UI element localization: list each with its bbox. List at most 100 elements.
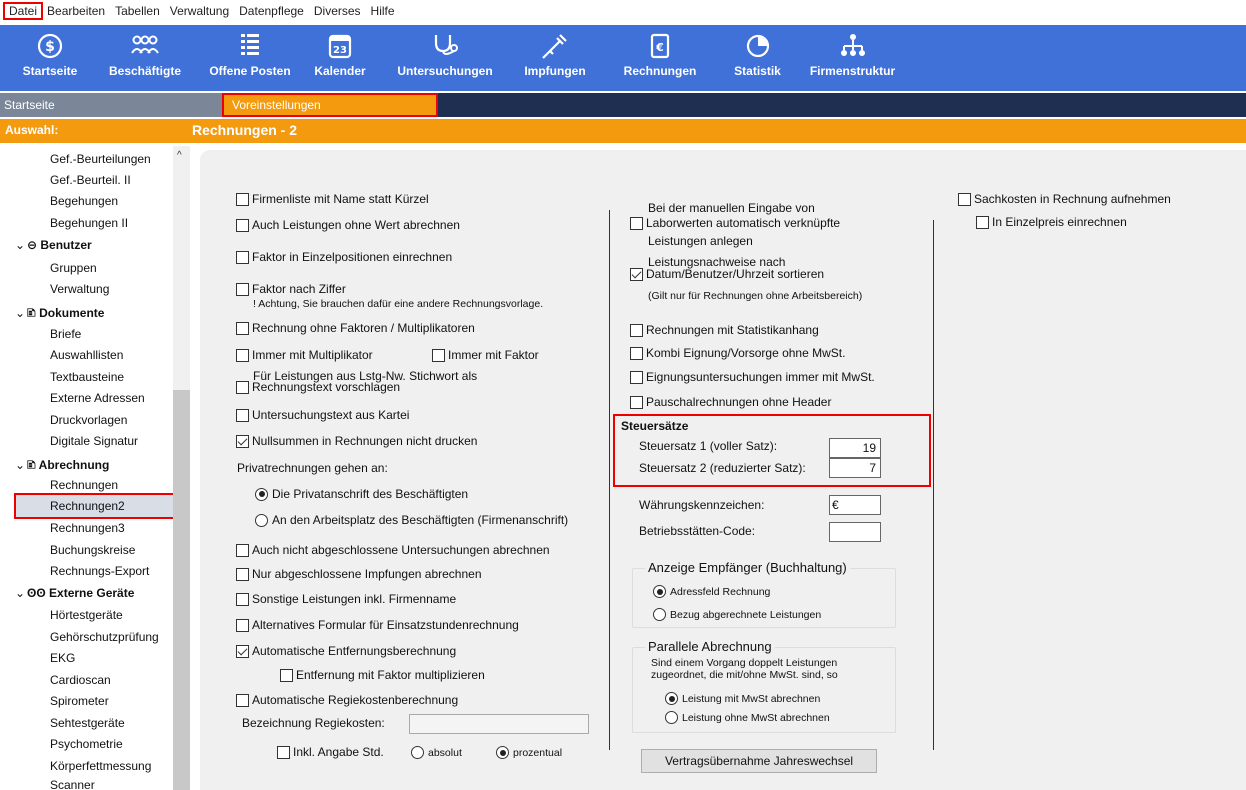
sidebar-item-gehoerschutzpruefung[interactable]: Gehörschutzprüfung [50, 630, 159, 644]
radio-absolut[interactable]: absolut [411, 746, 462, 759]
checkbox-checked[interactable] [236, 435, 249, 448]
radio-mit-mwst[interactable]: Leistung mit MwSt abrechnen [665, 692, 820, 705]
toolbar-offene-posten-button[interactable]: Offene Posten [200, 25, 300, 91]
checkbox[interactable] [236, 193, 249, 206]
checkbox[interactable] [236, 593, 249, 606]
cb-immer-faktor[interactable]: Immer mit Faktor [432, 348, 539, 362]
sidebar-group-abrechnung[interactable]: ⌄ 🗈 Abrechnung [15, 456, 109, 477]
checkbox[interactable] [236, 409, 249, 422]
sidebar-item-psychometrie[interactable]: Psychometrie [50, 737, 123, 751]
checkbox-checked[interactable] [630, 268, 643, 281]
cb-nullsummen[interactable]: Nullsummen in Rechnungen nicht drucken [236, 434, 477, 448]
checkbox[interactable] [976, 216, 989, 229]
steuersatz2-input[interactable]: 7 [829, 458, 881, 478]
cb-nicht-abgeschlossene-untersuchungen[interactable]: Auch nicht abgeschlossene Untersuchungen… [236, 543, 550, 557]
cb-faktor-nach-ziffer[interactable]: Faktor nach Ziffer [236, 282, 346, 296]
radio-prozentual[interactable]: prozentual [496, 746, 562, 759]
scroll-up-icon[interactable]: ^ [177, 150, 182, 161]
cb-sachkosten[interactable]: Sachkosten in Rechnung aufnehmen [958, 192, 1171, 206]
sidebar-item-hoertestgeraete[interactable]: Hörtestgeräte [50, 608, 123, 622]
sidebar-group-dokumente[interactable]: ⌄ 🗈 Dokumente [15, 304, 104, 325]
sidebar-item-buchungskreise[interactable]: Buchungskreise [50, 543, 135, 557]
radio-button[interactable] [496, 746, 509, 759]
sidebar-group-externe-geraete[interactable]: ⌄ ʘʘ Externe Geräte [15, 586, 134, 600]
radio-button[interactable] [411, 746, 424, 759]
checkbox[interactable] [630, 217, 643, 230]
radio-button[interactable] [255, 487, 268, 501]
cb-faktor-einzelpositionen[interactable]: Faktor in Einzelpositionen einrechnen [236, 250, 452, 264]
radio-privatanschrift[interactable]: Die Privatanschrift des Beschäftigten [255, 487, 468, 501]
checkbox-checked[interactable] [236, 645, 249, 658]
sidebar-item-begehungen[interactable]: Begehungen [50, 194, 118, 208]
sidebar-item-verwaltung[interactable]: Verwaltung [50, 282, 109, 296]
sidebar-item-spirometer[interactable]: Spirometer [50, 694, 109, 708]
sidebar-item-gef-beurteil-2[interactable]: Gef.-Beurteil. II [50, 173, 131, 187]
checkbox[interactable] [277, 746, 290, 759]
cb-alternatives-formular[interactable]: Alternatives Formular für Einsatzstunden… [236, 618, 519, 632]
sidebar-item-ekg[interactable]: EKG [50, 651, 75, 665]
sidebar-item-scanner[interactable]: Scanner [50, 778, 95, 790]
sidebar-item-sehtestgeraete[interactable]: Sehtestgeräte [50, 716, 125, 730]
checkbox[interactable] [236, 694, 249, 707]
toolbar-statistik-button[interactable]: Statistik [720, 25, 795, 91]
vertragsuebernahme-button[interactable]: Vertragsübernahme Jahreswechsel [641, 749, 877, 773]
cb-firmenliste-name[interactable]: Firmenliste mit Name statt Kürzel [236, 192, 429, 206]
radio-arbeitsplatz[interactable]: An den Arbeitsplatz des Beschäftigten (F… [255, 513, 568, 527]
tab-voreinstellungen[interactable]: Voreinstellungen [222, 93, 438, 117]
radio-ohne-mwst[interactable]: Leistung ohne MwSt abrechnen [665, 711, 830, 724]
menu-tabellen[interactable]: Tabellen [110, 3, 165, 19]
toolbar-impfungen-button[interactable]: Impfungen [510, 25, 600, 91]
cb-stichwort-rechnungstext[interactable]: Rechnungstext vorschlagen [236, 380, 400, 394]
sidebar-item-externe-adressen[interactable]: Externe Adressen [50, 391, 145, 405]
radio-bezug-leistungen[interactable]: Bezug abgerechnete Leistungen [653, 608, 821, 621]
cb-einzelpreis-einrechnen[interactable]: In Einzelpreis einrechnen [976, 215, 1127, 229]
menu-hilfe[interactable]: Hilfe [366, 3, 400, 19]
sidebar-item-gruppen[interactable]: Gruppen [50, 261, 97, 275]
menu-bearbeiten[interactable]: Bearbeiten [42, 3, 110, 19]
checkbox[interactable] [236, 619, 249, 632]
checkbox[interactable] [236, 568, 249, 581]
regiekosten-input[interactable] [409, 714, 589, 734]
menu-datenpflege[interactable]: Datenpflege [234, 3, 309, 19]
sidebar-item-gef-beurteilungen[interactable]: Gef.-Beurteilungen [50, 152, 151, 166]
cb-sonstige-firmenname[interactable]: Sonstige Leistungen inkl. Firmenname [236, 592, 456, 606]
radio-button[interactable] [653, 608, 666, 621]
toolbar-beschaeftigte-button[interactable]: Beschäftigte [90, 25, 200, 91]
sidebar-group-benutzer[interactable]: ⌄ ⊖ Benutzer [15, 238, 92, 252]
checkbox[interactable] [630, 371, 643, 384]
menu-datei[interactable]: Datei [2, 2, 44, 20]
cb-pauschal-ohne-header[interactable]: Pauschalrechnungen ohne Header [630, 395, 831, 409]
radio-button[interactable] [665, 711, 678, 724]
cb-laborwerte-verknuepft[interactable]: Laborwerten automatisch verknüpfte [630, 216, 840, 230]
sidebar-item-rechnungen[interactable]: Rechnungen [50, 478, 118, 492]
cb-leistungen-ohne-wert[interactable]: Auch Leistungen ohne Wert abrechnen [236, 218, 460, 232]
cb-untersuchungstext-kartei[interactable]: Untersuchungstext aus Kartei [236, 408, 409, 422]
cb-statistikanhang[interactable]: Rechnungen mit Statistikanhang [630, 323, 819, 337]
checkbox[interactable] [236, 381, 249, 394]
toolbar-untersuchungen-button[interactable]: Untersuchungen [380, 25, 510, 91]
cb-ohne-faktoren[interactable]: Rechnung ohne Faktoren / Multiplikatoren [236, 321, 475, 335]
checkbox[interactable] [630, 347, 643, 360]
cb-regiekostenberechnung[interactable]: Automatische Regiekostenberechnung [236, 693, 458, 707]
sidebar-item-digitale-signatur[interactable]: Digitale Signatur [50, 434, 138, 448]
sidebar-item-rechnungs-export[interactable]: Rechnungs-Export [50, 564, 149, 578]
checkbox[interactable] [236, 219, 249, 232]
cb-immer-multiplikator[interactable]: Immer mit Multiplikator [236, 348, 373, 362]
checkbox[interactable] [236, 544, 249, 557]
toolbar-kalender-button[interactable]: 23 Kalender [300, 25, 380, 91]
waehrung-input[interactable]: € [829, 495, 881, 515]
cb-leistungsnachweise-sortieren[interactable]: Datum/Benutzer/Uhrzeit sortieren [630, 267, 824, 281]
checkbox[interactable] [236, 251, 249, 264]
checkbox[interactable] [630, 396, 643, 409]
sidebar-item-druckvorlagen[interactable]: Druckvorlagen [50, 413, 127, 427]
radio-button[interactable] [665, 692, 678, 705]
radio-adressfeld[interactable]: Adressfeld Rechnung [653, 585, 770, 598]
sidebar-item-rechnungen2[interactable]: Rechnungen2 [14, 493, 175, 519]
sidebar-item-cardioscan[interactable]: Cardioscan [50, 673, 111, 687]
cb-eignung-mit-mwst[interactable]: Eignungsuntersuchungen immer mit MwSt. [630, 370, 875, 384]
betriebsstaetten-input[interactable] [829, 522, 881, 542]
cb-entfernung-faktor[interactable]: Entfernung mit Faktor multiplizieren [280, 668, 485, 682]
sidebar-item-briefe[interactable]: Briefe [50, 327, 81, 341]
checkbox[interactable] [236, 349, 249, 362]
sidebar-item-begehungen-2[interactable]: Begehungen II [50, 216, 128, 230]
